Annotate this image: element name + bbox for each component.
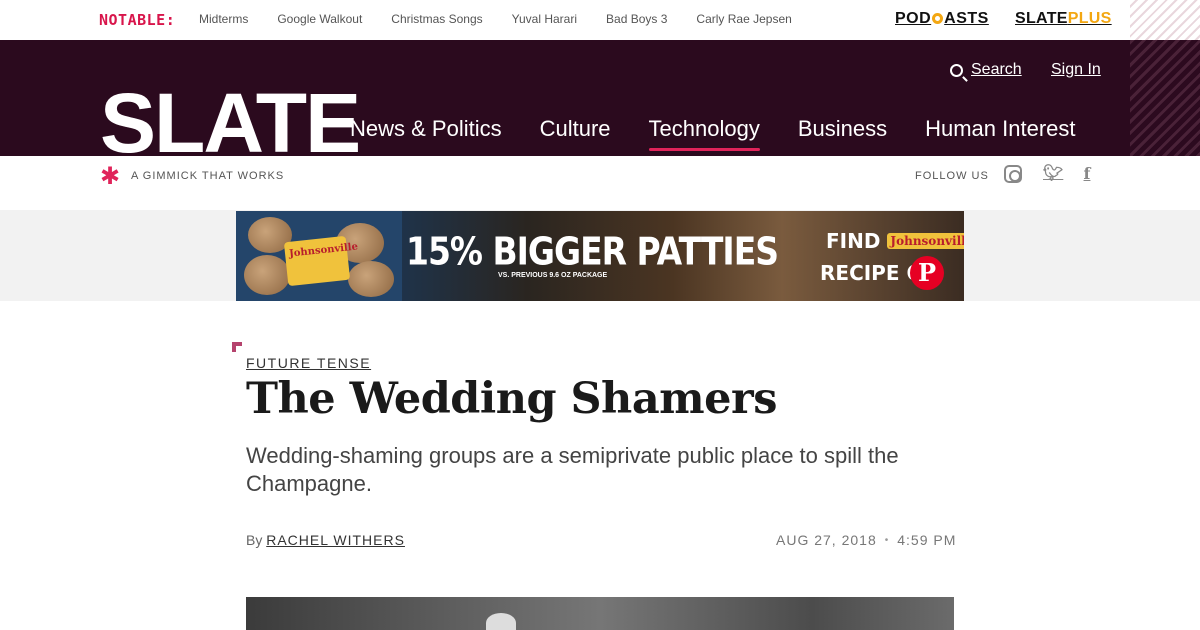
facebook-icon[interactable]: f bbox=[1078, 165, 1096, 183]
date-separator: • bbox=[884, 535, 890, 546]
ad-patty-image bbox=[348, 261, 394, 297]
dateline: AUG 27, 2018 • 4:59 PM bbox=[776, 532, 956, 548]
search-label: Search bbox=[971, 61, 1022, 78]
publish-date: AUG 27, 2018 bbox=[776, 532, 877, 548]
trending-link-google-walkout[interactable]: Google Walkout bbox=[277, 12, 362, 26]
decorative-hatch-dark bbox=[1130, 40, 1200, 156]
publish-time: 4:59 PM bbox=[897, 532, 957, 548]
article-dek: Wedding-shaming groups are a semiprivate… bbox=[246, 443, 899, 496]
follow-us-label: FOLLOW US bbox=[915, 170, 989, 182]
tagline-row: ✱ A GIMMICK THAT WORKS FOLLOW US 🐦︎ f bbox=[0, 156, 1200, 210]
section-nav: News & Politics Culture Technology Busin… bbox=[350, 116, 1114, 151]
sign-in-link[interactable]: Sign In bbox=[1051, 61, 1101, 79]
pinterest-icon: P bbox=[910, 256, 944, 290]
nav-technology[interactable]: Technology bbox=[648, 116, 761, 151]
podcasts-link[interactable]: POD ASTS bbox=[895, 10, 989, 28]
trending-link-midterms[interactable]: Midterms bbox=[199, 12, 248, 26]
ad-find-label: FIND bbox=[826, 229, 881, 253]
kicker-corner-mark bbox=[232, 342, 242, 352]
ad-subtext: VS. PREVIOUS 9.6 OZ PACKAGE bbox=[498, 272, 608, 279]
notable-label: NOTABLE: bbox=[99, 11, 176, 29]
trending-link-bad-boys-3[interactable]: Bad Boys 3 bbox=[606, 12, 667, 26]
trending-links: Midterms Google Walkout Christmas Songs … bbox=[199, 12, 821, 26]
podcasts-text-b: ASTS bbox=[944, 10, 989, 27]
trending-link-yuval-harari[interactable]: Yuval Harari bbox=[512, 12, 577, 26]
ad-banner[interactable]: Johnsonville 15% BIGGER PATTIES VS. PREV… bbox=[236, 211, 964, 301]
ad-find-line: FIND Johnsonville bbox=[826, 229, 964, 253]
tagline: A GIMMICK THAT WORKS bbox=[131, 170, 285, 182]
ad-patty-image bbox=[244, 255, 290, 295]
trending-link-carly-rae-jepsen[interactable]: Carly Rae Jepsen bbox=[696, 12, 791, 26]
ad-find-brand: Johnsonville bbox=[887, 233, 964, 249]
podcasts-text-a: POD bbox=[895, 10, 932, 27]
ad-headline: 15% BIGGER PATTIES bbox=[406, 229, 779, 274]
author-link[interactable]: RACHEL WITHERS bbox=[266, 532, 405, 548]
hero-image bbox=[246, 597, 954, 630]
slate-logo[interactable]: SLATE bbox=[100, 90, 359, 156]
slate-plus-link[interactable]: SLATEPLUS bbox=[1015, 10, 1112, 28]
microphone-icon bbox=[932, 13, 944, 24]
slate-plus-text-b: PLUS bbox=[1067, 10, 1112, 27]
ad-product-package: Johnsonville bbox=[236, 211, 402, 301]
nav-culture[interactable]: Culture bbox=[540, 116, 611, 142]
main-header: Search Sign In SLATE News & Politics Cul… bbox=[0, 40, 1130, 156]
search-button[interactable]: Search bbox=[950, 61, 1022, 79]
article-headline: The Wedding Shamers bbox=[246, 374, 777, 424]
instagram-icon[interactable] bbox=[1004, 165, 1022, 183]
article-kicker[interactable]: FUTURE TENSE bbox=[246, 355, 371, 371]
ad-band: Johnsonville 15% BIGGER PATTIES VS. PREV… bbox=[0, 210, 1200, 301]
hero-image-detail bbox=[486, 613, 516, 630]
trending-link-christmas-songs[interactable]: Christmas Songs bbox=[391, 12, 482, 26]
search-icon bbox=[950, 63, 963, 77]
notable-bar: NOTABLE: Midterms Google Walkout Christm… bbox=[0, 0, 1200, 40]
twitter-icon[interactable]: 🐦︎ bbox=[1043, 165, 1063, 183]
nav-human-interest[interactable]: Human Interest bbox=[925, 116, 1075, 142]
gimmick-star-icon: ✱ bbox=[100, 163, 121, 190]
byline: By RACHEL WITHERS bbox=[246, 532, 405, 548]
nav-news-politics[interactable]: News & Politics bbox=[350, 116, 502, 142]
slate-plus-text-a: SLATE bbox=[1015, 10, 1068, 27]
nav-business[interactable]: Business bbox=[798, 116, 887, 142]
byline-by: By bbox=[246, 532, 263, 548]
